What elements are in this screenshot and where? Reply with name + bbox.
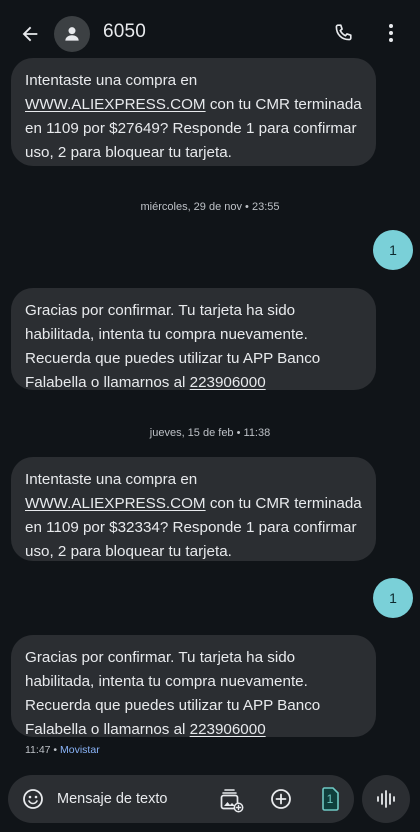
conversation-screen: 6050 Intentaste una compra en WWW.ALIEXP… bbox=[0, 0, 420, 832]
top-app-bar: 6050 bbox=[0, 0, 420, 66]
date-separator: jueves, 15 de feb • 11:38 bbox=[149, 427, 271, 439]
message-text: con tu CMR terminada bbox=[205, 495, 362, 512]
sim-label: 1 bbox=[326, 792, 334, 806]
message-text: con tu CMR terminada bbox=[205, 96, 362, 113]
person-icon bbox=[65, 27, 79, 41]
phone-number-link[interactable]: 223906000 bbox=[190, 721, 266, 738]
emoji-icon bbox=[23, 789, 43, 809]
message-bubble-outgoing[interactable]: 1 bbox=[373, 230, 413, 270]
message-text-line: Recuerda que puedes utilizar tu APP Banc… bbox=[25, 697, 321, 714]
arrow-back-icon bbox=[22, 26, 38, 42]
gallery-button[interactable] bbox=[218, 787, 244, 813]
message-text-line: en 1109 por $27649? Responde 1 para conf… bbox=[25, 120, 357, 137]
more-vert-icon bbox=[389, 24, 393, 42]
message-text-line: Intentaste una compra en bbox=[25, 72, 198, 89]
voice-waveform-icon bbox=[377, 790, 395, 808]
back-button[interactable] bbox=[16, 20, 44, 48]
message-text-line: Falabella o llamarnos al 223906000 bbox=[25, 718, 362, 742]
message-text-line: habilitada, intenta tu compra nuevamente… bbox=[25, 326, 308, 343]
message-link[interactable]: WWW.ALIEXPRESS.COM bbox=[25, 495, 206, 512]
message-text: Falabella o llamarnos al bbox=[25, 374, 190, 391]
phone-number-link[interactable]: 223906000 bbox=[190, 374, 266, 391]
phone-icon bbox=[335, 24, 352, 41]
message-text-line: uso, 2 para bloquear tu tarjeta. bbox=[25, 144, 232, 161]
emoji-button[interactable] bbox=[21, 787, 45, 811]
message-bubble-incoming[interactable]: Intentaste una compra en WWW.ALIEXPRESS.… bbox=[11, 457, 376, 561]
message-text-line: WWW.ALIEXPRESS.COM con tu CMR terminada bbox=[25, 93, 362, 117]
add-circle-icon bbox=[271, 789, 291, 809]
message-status: 11:47 • Movistar bbox=[25, 744, 100, 756]
message-text-line: en 1109 por $32334? Responde 1 para conf… bbox=[25, 519, 357, 536]
message-link[interactable]: WWW.ALIEXPRESS.COM bbox=[25, 96, 206, 113]
voice-message-button[interactable] bbox=[362, 775, 410, 823]
message-time: 11:47 bbox=[25, 744, 51, 756]
date-separator: miércoles, 29 de nov • 23:55 bbox=[140, 201, 280, 213]
more-options-button[interactable] bbox=[380, 20, 402, 46]
avatar[interactable] bbox=[54, 16, 90, 52]
call-button[interactable] bbox=[330, 20, 356, 46]
message-text-line: Intentaste una compra en bbox=[25, 471, 198, 488]
status-separator: • bbox=[50, 744, 61, 756]
gallery-icon bbox=[220, 789, 244, 813]
message-text-line: Gracias por confirmar. Tu tarjeta ha sid… bbox=[25, 649, 296, 666]
sim-selector-button[interactable]: 1 bbox=[320, 786, 340, 812]
message-text-line: Gracias por confirmar. Tu tarjeta ha sid… bbox=[25, 302, 296, 319]
message-bubble-incoming[interactable]: Gracias por confirmar. Tu tarjeta ha sid… bbox=[11, 288, 376, 391]
message-text: Falabella o llamarnos al bbox=[25, 721, 190, 738]
message-text-line: habilitada, intenta tu compra nuevamente… bbox=[25, 673, 308, 690]
message-text-line: WWW.ALIEXPRESS.COM con tu CMR terminada bbox=[25, 492, 362, 516]
compose-bar: 1 bbox=[8, 775, 354, 823]
message-bubble-incoming[interactable]: Intentaste una compra en WWW.ALIEXPRESS.… bbox=[11, 58, 376, 166]
contact-name[interactable]: 6050 bbox=[103, 21, 146, 43]
message-text-line: Falabella o llamarnos al 223906000 bbox=[25, 371, 362, 395]
message-bubble-incoming[interactable]: Gracias por confirmar. Tu tarjeta ha sid… bbox=[11, 635, 376, 738]
message-text-line: Recuerda que puedes utilizar tu APP Banc… bbox=[25, 350, 321, 367]
carrier-name: Movistar bbox=[60, 744, 100, 756]
message-text-line: uso, 2 para bloquear tu tarjeta. bbox=[25, 543, 232, 560]
message-input[interactable] bbox=[57, 788, 207, 810]
message-bubble-outgoing[interactable]: 1 bbox=[373, 578, 413, 618]
add-attachment-button[interactable] bbox=[269, 787, 293, 811]
